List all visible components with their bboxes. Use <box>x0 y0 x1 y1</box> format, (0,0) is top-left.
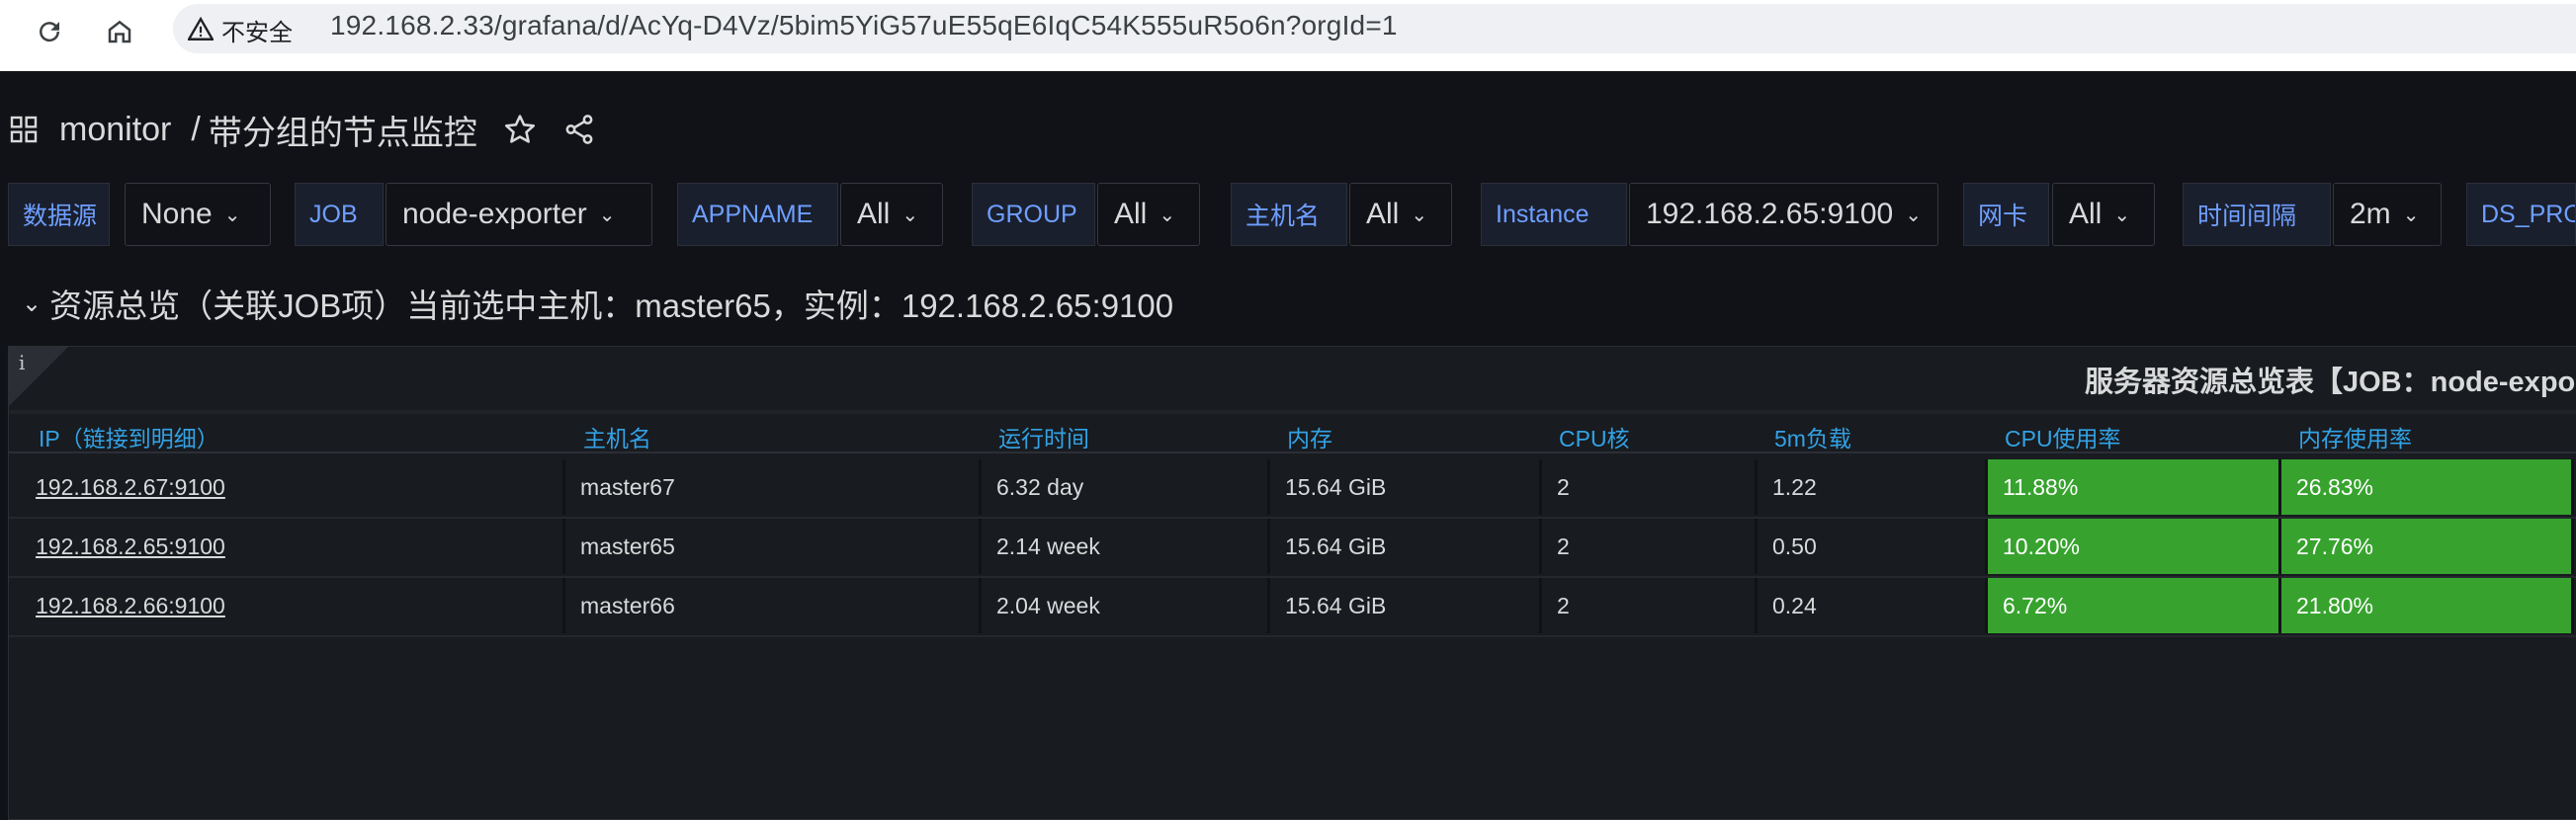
table-row: 192.168.2.66:9100 master66 2.04 week 15.… <box>9 578 2576 635</box>
var-value: None <box>141 198 213 230</box>
var-label-datasource: 数据源 <box>8 183 110 246</box>
var-label-ds-pro: DS_PRO <box>2466 183 2576 246</box>
column-header[interactable]: 运行时间 <box>998 420 1089 453</box>
var-label-hostname: 主机名 <box>1231 183 1347 246</box>
security-chip[interactable]: 不安全 <box>188 14 293 46</box>
chevron-down-icon: ⌄ <box>902 204 919 226</box>
memory-usage-cell: 21.80% <box>2281 578 2574 633</box>
apps-grid-icon[interactable] <box>8 114 40 145</box>
cpu-usage-cell: 10.20% <box>1988 519 2281 574</box>
var-select-nic[interactable]: All ⌄ <box>2052 183 2155 246</box>
cpu-usage-cell: 6.72% <box>1988 578 2281 633</box>
cpu-cores-cell: 2 <box>1542 459 1758 515</box>
chevron-down-icon: ⌄ <box>1159 204 1176 226</box>
load-cell: 1.22 <box>1758 459 1988 515</box>
home-button[interactable] <box>96 8 143 55</box>
uptime-cell: 6.32 day <box>982 459 1270 515</box>
cpu-cores-cell: 2 <box>1542 578 1758 633</box>
var-label-appname: APPNAME <box>677 183 838 246</box>
var-label-instance: Instance <box>1481 183 1627 246</box>
var-value: All <box>1114 198 1148 230</box>
var-select-group[interactable]: All ⌄ <box>1097 183 1200 246</box>
var-value: All <box>2069 198 2103 230</box>
breadcrumb: monitor / 带分组的节点监控 <box>8 105 596 154</box>
uptime-cell: 2.14 week <box>982 519 1270 574</box>
ip-link[interactable]: 192.168.2.66:9100 <box>21 578 565 633</box>
url-text[interactable]: 192.168.2.33/grafana/d/AcYq-D4Vz/5bim5Yi… <box>330 10 1398 41</box>
memory-usage-cell: 27.76% <box>2281 519 2574 574</box>
column-header[interactable]: 5m负载 <box>1774 420 1851 453</box>
ip-link[interactable]: 192.168.2.65:9100 <box>21 519 565 574</box>
var-select-appname[interactable]: All ⌄ <box>840 183 943 246</box>
column-header[interactable]: CPU核 <box>1559 420 1630 453</box>
var-value: 2m <box>2350 198 2391 230</box>
memory-usage-cell: 26.83% <box>2281 459 2574 515</box>
panel-header-divider <box>9 410 2576 414</box>
var-value: node-exporter <box>402 198 587 230</box>
share-icon[interactable] <box>562 113 596 146</box>
breadcrumb-separator: / <box>191 110 201 148</box>
warning-icon <box>188 17 214 41</box>
row-title: 资源总览（关联JOB项）当前选中主机：master65，实例：192.168.2… <box>49 287 1174 324</box>
security-label: 不安全 <box>221 19 293 46</box>
row-header[interactable]: ⌄ 资源总览（关联JOB项）当前选中主机：master65，实例：192.168… <box>22 280 1173 327</box>
reload-button[interactable] <box>26 8 73 55</box>
var-value: All <box>857 198 891 230</box>
memory-cell: 15.64 GiB <box>1270 519 1542 574</box>
chevron-down-icon: ⌄ <box>2402 204 2420 226</box>
row-divider <box>9 635 2576 637</box>
var-select-job[interactable]: node-exporter ⌄ <box>386 183 652 246</box>
load-cell: 0.24 <box>1758 578 1988 633</box>
dashboard-title[interactable]: 带分组的节点监控 <box>209 106 477 154</box>
var-label-job: JOB <box>295 183 384 246</box>
column-header[interactable]: IP（链接到明细） <box>39 420 219 453</box>
star-icon[interactable] <box>503 113 537 146</box>
chevron-down-icon: ⌄ <box>223 204 241 226</box>
var-select-interval[interactable]: 2m ⌄ <box>2333 183 2442 246</box>
hostname-cell: master66 <box>565 578 982 633</box>
chevron-down-icon: ⌄ <box>1411 204 1428 226</box>
info-icon[interactable]: i <box>19 351 25 374</box>
column-header[interactable]: 主机名 <box>583 420 651 453</box>
chevron-down-icon: ⌄ <box>1905 204 1923 226</box>
reload-icon <box>40 22 60 42</box>
column-header[interactable]: CPU使用率 <box>2005 420 2121 453</box>
load-cell: 0.50 <box>1758 519 1988 574</box>
var-select-instance[interactable]: 192.168.2.65:9100 ⌄ <box>1629 183 1938 246</box>
var-value: All <box>1366 198 1400 230</box>
hostname-cell: master67 <box>565 459 982 515</box>
browser-toolbar: 不安全 192.168.2.33/grafana/d/AcYq-D4Vz/5bi… <box>0 0 2576 71</box>
chevron-down-icon: ⌄ <box>598 204 616 226</box>
panel-title[interactable]: 服务器资源总览表【JOB：node-exporter <box>2085 359 2576 400</box>
var-label-interval: 时间间隔 <box>2183 183 2331 246</box>
hostname-cell: master65 <box>565 519 982 574</box>
column-header[interactable]: 内存使用率 <box>2298 420 2412 453</box>
var-label-nic: 网卡 <box>1963 183 2049 246</box>
var-label-group: GROUP <box>972 183 1095 246</box>
cpu-cores-cell: 2 <box>1542 519 1758 574</box>
header-divider <box>9 451 2576 453</box>
memory-cell: 15.64 GiB <box>1270 459 1542 515</box>
cpu-usage-cell: 11.88% <box>1988 459 2281 515</box>
table-row: 192.168.2.65:9100 master65 2.14 week 15.… <box>9 519 2576 576</box>
breadcrumb-folder[interactable]: monitor <box>59 111 171 149</box>
var-value: 192.168.2.65:9100 <box>1646 198 1894 230</box>
panel-corner <box>9 347 68 406</box>
chevron-down-icon: ⌄ <box>2113 204 2131 226</box>
home-icon <box>108 20 131 43</box>
ip-link[interactable]: 192.168.2.67:9100 <box>21 459 565 515</box>
memory-cell: 15.64 GiB <box>1270 578 1542 633</box>
uptime-cell: 2.04 week <box>982 578 1270 633</box>
table-row: 192.168.2.67:9100 master67 6.32 day 15.6… <box>9 459 2576 517</box>
variables-bar: 数据源 None ⌄ JOB node-exporter ⌄ APPNAME All… <box>8 183 2576 246</box>
var-select-hostname[interactable]: All ⌄ <box>1349 183 1452 246</box>
column-header[interactable]: 内存 <box>1287 420 1332 453</box>
chevron-down-icon: ⌄ <box>22 289 43 317</box>
var-select-datasource[interactable]: None ⌄ <box>125 183 271 246</box>
table-panel: i 服务器资源总览表【JOB：node-exporter IP（链接到明细） 主… <box>8 346 2576 820</box>
